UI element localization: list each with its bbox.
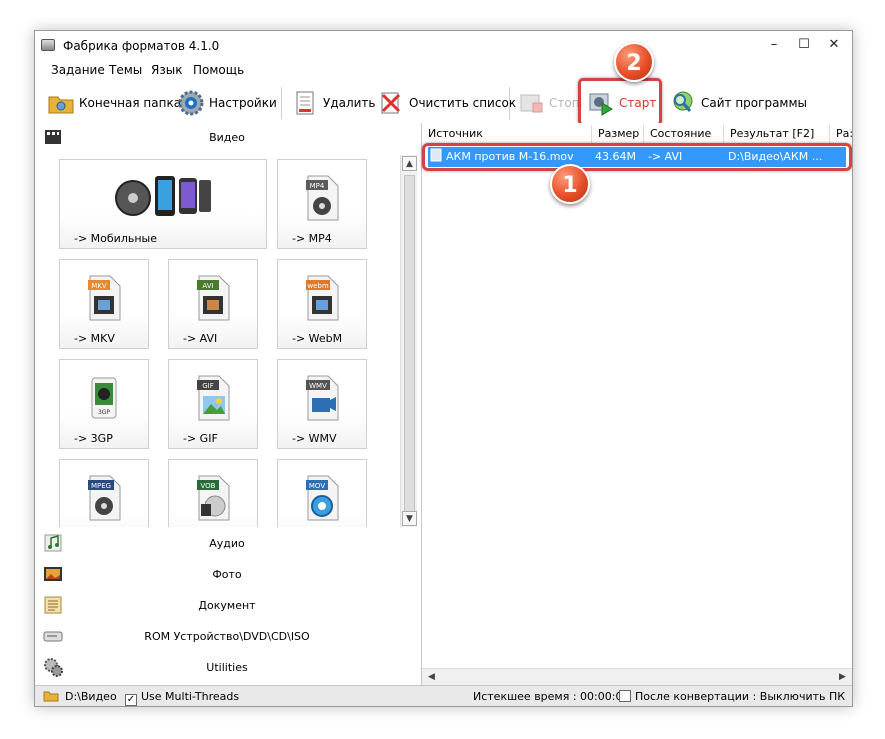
folder-icon [47, 89, 75, 117]
delete-button[interactable]: Удалить [291, 87, 376, 119]
format-grid: -> Мобильные MP4 -> MP4 MKV -> MKV AVI -… [35, 155, 399, 527]
menu-bar: Задание Темы Язык Помощь [35, 61, 852, 79]
column-source[interactable]: Источник [422, 125, 592, 143]
format-tile-3gp[interactable]: 3GP -> 3GP [59, 359, 149, 449]
column-state[interactable]: Состояние [644, 125, 724, 143]
title-bar: Фабрика форматов 4.1.0 – ☐ ✕ [35, 31, 852, 59]
mpeg-file-icon: MPEG [84, 474, 124, 522]
format-tile-gif[interactable]: GIF -> GIF [168, 359, 258, 449]
menu-help[interactable]: Помощь [193, 63, 244, 77]
after-convert-checkbox[interactable] [619, 690, 631, 702]
format-panel: Видео -> Мобильные MP4 -> MP4 MKV -> MKV… [35, 123, 419, 685]
callout-badge-2: 2 [614, 42, 654, 82]
format-tile-wmv[interactable]: WMV -> WMV [277, 359, 367, 449]
svg-text:MKV: MKV [91, 282, 107, 290]
stop-button[interactable]: Стоп [517, 87, 580, 119]
app-window: Фабрика форматов 4.1.0 – ☐ ✕ Задание Тем… [34, 30, 853, 707]
mov-file-icon: MOV [302, 474, 342, 522]
vob-file-icon: VOB [193, 474, 233, 522]
callout-badge-1: 1 [550, 164, 590, 204]
format-tile-mkv[interactable]: MKV -> MKV [59, 259, 149, 349]
status-folder-path[interactable]: D:\Видео [65, 690, 117, 703]
format-scrollbar[interactable]: ▲ ▼ [400, 155, 417, 527]
menu-task[interactable]: Задание [51, 63, 105, 77]
status-folder-icon [43, 690, 59, 703]
format-tile-avi[interactable]: AVI -> AVI [168, 259, 258, 349]
mkv-file-icon: MKV [84, 274, 124, 322]
minimize-button[interactable]: – [760, 35, 788, 55]
svg-text:MPEG: MPEG [91, 482, 111, 490]
svg-text:WMV: WMV [309, 382, 327, 390]
toolbar: Конечная папка Настройки Удалить Очистит [35, 83, 852, 123]
category-audio[interactable]: Аудио [35, 529, 419, 559]
avi-file-icon: AVI [193, 274, 233, 322]
category-video[interactable]: Видео [35, 123, 419, 153]
scroll-up-arrow-icon[interactable]: ▲ [402, 156, 417, 171]
window-title: Фабрика форматов 4.1.0 [63, 39, 220, 53]
column-size[interactable]: Размер [592, 125, 644, 143]
menu-language[interactable]: Язык [151, 63, 182, 77]
output-folder-button[interactable]: Конечная папка [47, 87, 181, 119]
app-icon [41, 39, 55, 51]
svg-text:VOB: VOB [201, 482, 216, 490]
column-result[interactable]: Результат [F2] [724, 125, 830, 143]
after-convert-toggle[interactable]: После конвертации : Выключить ПК [619, 690, 845, 703]
mp4-file-icon: MP4 [302, 174, 342, 222]
stop-icon [517, 89, 545, 117]
format-tile-mp4[interactable]: MP4 -> MP4 [277, 159, 367, 249]
svg-text:3GP: 3GP [98, 409, 110, 416]
row-highlight [422, 143, 852, 171]
list-horizontal-scrollbar[interactable]: ◀ ▶ [422, 668, 852, 685]
menu-themes[interactable]: Темы [109, 63, 142, 77]
document-delete-icon [291, 89, 319, 117]
scroll-left-arrow-icon[interactable]: ◀ [424, 670, 439, 685]
multithread-checkbox[interactable]: ✓ [125, 694, 137, 706]
format-tile-mov[interactable]: MOV [277, 459, 367, 527]
task-list: Источник Размер Состояние Результат [F2]… [421, 123, 852, 685]
category-utilities[interactable]: Utilities [35, 653, 419, 683]
screen: Soringpcrepair.com Soringpcrepair.com So… [0, 0, 885, 739]
svg-text:MP4: MP4 [310, 182, 325, 190]
webm-file-icon: webm [302, 274, 342, 322]
scroll-thumb[interactable] [404, 175, 415, 525]
clear-x-icon [377, 89, 405, 117]
scroll-right-arrow-icon[interactable]: ▶ [835, 670, 850, 685]
scroll-down-arrow-icon[interactable]: ▼ [402, 511, 417, 526]
website-button[interactable]: Сайт программы [669, 87, 807, 119]
close-button[interactable]: ✕ [820, 35, 848, 55]
format-tile-mobile[interactable]: -> Мобильные [59, 159, 267, 249]
category-rom-device[interactable]: ROM Устройство\DVD\CD\ISO [35, 622, 419, 652]
svg-text:MOV: MOV [309, 482, 325, 490]
globe-search-icon [669, 89, 697, 117]
format-tile-vob[interactable]: VOB [168, 459, 258, 527]
3gp-file-icon: 3GP [84, 374, 124, 422]
start-button-highlight [578, 78, 662, 126]
svg-text:GIF: GIF [202, 382, 214, 390]
toolbar-separator [509, 87, 510, 119]
column-extra[interactable]: Ра: [830, 125, 852, 143]
multithread-toggle[interactable]: ✓ Use Multi-Threads [125, 690, 239, 706]
elapsed-time: Истекшее время : 00:00:00 [473, 690, 630, 703]
maximize-button[interactable]: ☐ [790, 35, 818, 55]
settings-button[interactable]: Настройки [177, 87, 277, 119]
svg-text:webm: webm [307, 282, 328, 290]
mobile-devices-icon [113, 170, 213, 222]
format-tile-mpeg[interactable]: MPEG [59, 459, 149, 527]
category-photo[interactable]: Фото [35, 560, 419, 590]
category-document[interactable]: Документ [35, 591, 419, 621]
svg-text:AVI: AVI [202, 282, 213, 290]
gear-icon [177, 89, 205, 117]
gif-file-icon: GIF [193, 374, 233, 422]
format-tile-webm[interactable]: webm -> WebM [277, 259, 367, 349]
clear-list-button[interactable]: Очистить список [377, 87, 516, 119]
wmv-file-icon: WMV [302, 374, 342, 422]
toolbar-separator [281, 87, 282, 119]
status-bar: D:\Видео ✓ Use Multi-Threads Истекшее вре… [35, 685, 852, 706]
